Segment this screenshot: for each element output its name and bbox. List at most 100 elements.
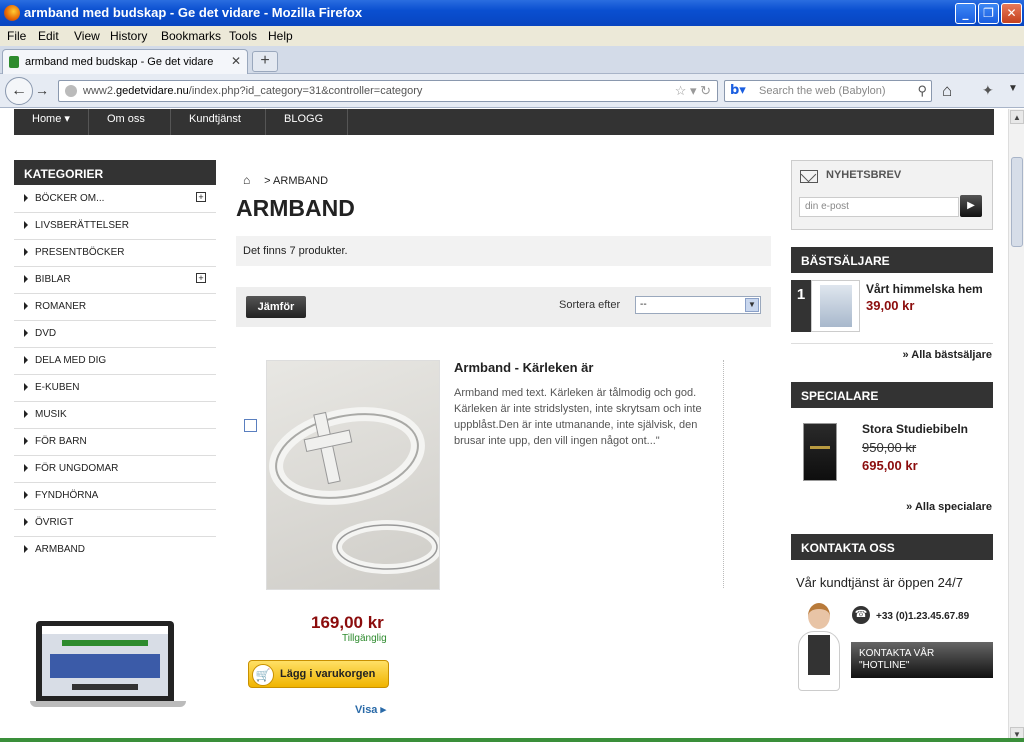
book-cover: [820, 285, 852, 327]
add-to-cart-button[interactable]: 🛒 Lägg i varukorgen: [248, 660, 389, 688]
category-item[interactable]: E-KUBEN: [14, 375, 216, 402]
tab-bar: armband med budskap - Ge det vidare ✕ +: [0, 46, 1024, 74]
promo-laptop-image[interactable]: [30, 621, 190, 711]
firefox-icon: [4, 5, 20, 21]
category-item[interactable]: ÖVRIGT: [14, 510, 216, 537]
categories-heading: KATEGORIER: [14, 160, 216, 185]
bestseller-price: 39,00 kr: [866, 298, 915, 313]
support-agent-image: [794, 601, 844, 693]
category-item[interactable]: FÖR BARN: [14, 429, 216, 456]
screen-map: [50, 654, 160, 678]
search-icon[interactable]: ⚲: [917, 83, 927, 99]
bestsellers-heading: BÄSTSÄLJARE: [791, 247, 993, 273]
bestseller-item[interactable]: 1 Vårt himmelska hem 39,00 kr: [791, 280, 993, 332]
site-navigation: Home ▾ Om oss Kundtjänst BLOGG: [14, 109, 994, 135]
special-name[interactable]: Stora Studiebibeln: [862, 422, 968, 436]
nav-home[interactable]: Home ▾: [14, 109, 89, 135]
newsletter-email-input[interactable]: din e-post: [799, 197, 959, 217]
arrow-right-icon: [24, 464, 28, 472]
category-item[interactable]: BÖCKER OM... +: [14, 186, 216, 213]
category-item[interactable]: PRESENTBÖCKER: [14, 240, 216, 267]
special-thumbnail[interactable]: [803, 423, 837, 481]
sort-toolbar: Jämför Sortera efter -- ▼: [236, 287, 771, 327]
bestseller-thumbnail[interactable]: [811, 280, 860, 332]
window-titlebar: armband med budskap - Ge det vidare - Mo…: [0, 0, 1024, 26]
menu-tools[interactable]: Tools: [229, 29, 257, 43]
close-button[interactable]: ✕: [1001, 3, 1022, 24]
hotline-button[interactable]: KONTAKTA VÅR "HOTLINE": [851, 642, 993, 678]
arrow-right-icon: [24, 410, 28, 418]
arrow-right-icon: [24, 302, 28, 310]
product-count: Det finns 7 produkter.: [236, 236, 771, 266]
navigation-toolbar: ← → www2.gedetvidare.nu/index.php?id_cat…: [0, 74, 1024, 108]
agent-vest: [808, 635, 830, 675]
addon-icon[interactable]: ✦: [982, 82, 994, 99]
menu-edit[interactable]: Edit: [38, 29, 59, 43]
sort-label: Sortera efter: [559, 299, 621, 311]
tab-active[interactable]: armband med budskap - Ge det vidare ✕: [2, 49, 248, 74]
expand-icon[interactable]: +: [196, 192, 206, 202]
arrow-right-icon: [24, 383, 28, 391]
category-item[interactable]: LIVSBERÄTTELSER: [14, 213, 216, 240]
category-item[interactable]: FÖR UNGDOMAR: [14, 456, 216, 483]
arrow-right-icon: [24, 329, 28, 337]
page-title: ARMBAND: [236, 195, 355, 221]
search-bar[interactable]: b▾ Search the web (Babylon) ⚲: [724, 80, 932, 102]
all-bestsellers-link[interactable]: » Alla bästsäljare: [903, 349, 992, 361]
tab-close-icon[interactable]: ✕: [231, 54, 241, 68]
view-product-link[interactable]: Visa ▸: [355, 703, 386, 716]
laptop-screen: [36, 621, 174, 701]
compare-checkbox[interactable]: [244, 419, 257, 432]
nav-kundtjanst[interactable]: Kundtjänst: [171, 109, 266, 135]
special-new-price: 695,00 kr: [862, 458, 918, 473]
menu-history[interactable]: History: [110, 29, 147, 43]
sort-select[interactable]: -- ▼: [635, 296, 761, 314]
screen-counter: [72, 684, 138, 690]
url-bar[interactable]: www2.gedetvidare.nu/index.php?id_categor…: [58, 80, 718, 102]
scroll-thumb[interactable]: [1011, 157, 1023, 247]
menu-help[interactable]: Help: [268, 29, 293, 43]
category-item[interactable]: ROMANER: [14, 294, 216, 321]
forward-button[interactable]: →: [35, 82, 49, 98]
newsletter-submit-button[interactable]: ▶: [960, 195, 982, 217]
chevron-down-icon: ▼: [745, 298, 759, 312]
nav-blogg[interactable]: BLOGG: [266, 109, 348, 135]
expand-icon[interactable]: +: [196, 273, 206, 283]
category-item[interactable]: BIBLAR +: [14, 267, 216, 294]
category-item[interactable]: MUSIK: [14, 402, 216, 429]
category-item[interactable]: DVD: [14, 321, 216, 348]
compare-button[interactable]: Jämför: [246, 296, 306, 318]
product-name[interactable]: Armband - Kärleken är: [454, 360, 593, 375]
phone-number: +33 (0)1.23.45.67.89: [876, 611, 970, 622]
menu-file[interactable]: File: [7, 29, 26, 43]
category-item[interactable]: ARMBAND: [14, 537, 216, 564]
category-item[interactable]: FYNDHÖRNA: [14, 483, 216, 510]
home-icon[interactable]: ⌂: [243, 173, 255, 187]
minimize-button[interactable]: _: [955, 3, 976, 24]
mail-icon: [800, 170, 818, 183]
new-tab-button[interactable]: +: [252, 51, 278, 72]
scroll-up-icon[interactable]: ▲: [1010, 110, 1024, 124]
globe-icon: [65, 85, 77, 97]
vertical-scrollbar[interactable]: ▲ ▼: [1008, 109, 1024, 742]
tab-label: armband med budskap - Ge det vidare: [25, 56, 214, 68]
category-item[interactable]: DELA MED DIG: [14, 348, 216, 375]
breadcrumb: ⌂ > ARMBAND: [243, 173, 329, 187]
menu-view[interactable]: View: [74, 29, 100, 43]
restore-button[interactable]: ❐: [978, 3, 999, 24]
bestseller-name[interactable]: Vårt himmelska hem: [866, 282, 983, 296]
back-button[interactable]: ←: [5, 77, 33, 105]
nav-om-oss[interactable]: Om oss: [89, 109, 171, 135]
product-image[interactable]: [266, 360, 440, 590]
all-specials-link[interactable]: » Alla specialare: [906, 501, 992, 513]
bookmark-star-icon[interactable]: ☆ ▾ ↻: [675, 83, 711, 99]
menu-bookmarks[interactable]: Bookmarks: [161, 29, 221, 43]
toolbar-menu-arrow-icon[interactable]: ▼: [1008, 83, 1018, 94]
arrow-right-icon: [24, 194, 28, 202]
url-text: www2.gedetvidare.nu/index.php?id_categor…: [83, 85, 423, 97]
add-to-cart-label: Lägg i varukorgen: [280, 668, 376, 680]
babylon-icon[interactable]: b▾: [730, 83, 746, 98]
home-button[interactable]: ⌂: [942, 81, 952, 101]
menubar: File Edit View History Bookmarks Tools H…: [0, 26, 1024, 46]
product-divider: [723, 360, 724, 588]
